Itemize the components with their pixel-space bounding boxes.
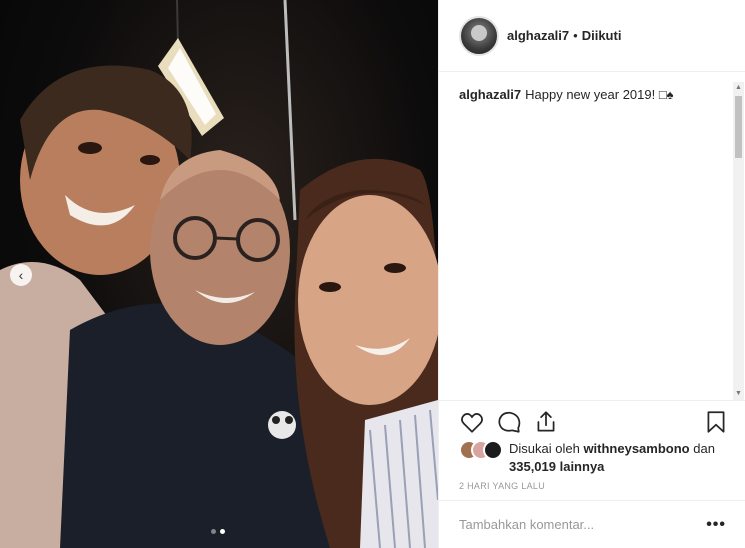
comments-area: alghazali7 Happy new year 2019! □♠ ▲ ▼ <box>439 72 745 400</box>
post-timestamp[interactable]: 2 HARI YANG LALU <box>459 481 545 491</box>
likes-connector: dan <box>689 441 715 456</box>
carousel-prev-button[interactable]: ‹ <box>10 264 32 286</box>
header-separator: • <box>573 28 578 43</box>
likes-count-link[interactable]: 335,019 lainnya <box>509 459 604 474</box>
likes-user-link[interactable]: withneysambono <box>583 441 689 456</box>
comment-icon[interactable] <box>496 409 522 435</box>
caption-text: Happy new year 2019! □♠ <box>525 87 674 102</box>
scroll-up-arrow-icon[interactable]: ▲ <box>733 82 744 94</box>
post-header: alghazali7 • Diikuti <box>439 0 745 72</box>
add-comment-bar: ••• <box>439 500 745 548</box>
caption: alghazali7 Happy new year 2019! □♠ <box>459 86 719 104</box>
follow-status-button[interactable]: Diikuti <box>582 28 622 43</box>
photo-illustration <box>0 0 438 548</box>
carousel-dot-1 <box>211 529 216 534</box>
scroll-down-arrow-icon[interactable]: ▼ <box>733 388 744 400</box>
bookmark-icon[interactable] <box>703 409 729 435</box>
heart-icon[interactable] <box>459 409 485 435</box>
action-bar <box>439 400 745 440</box>
comment-input[interactable] <box>459 517 707 532</box>
scroll-thumb[interactable] <box>735 96 742 158</box>
carousel-indicator <box>211 529 225 534</box>
likes-prefix: Disukai oleh <box>509 441 584 456</box>
comments-scrollbar[interactable]: ▲ ▼ <box>733 82 744 400</box>
carousel-dot-2 <box>220 529 225 534</box>
post-photo[interactable]: ‹ <box>0 0 438 548</box>
header-username-link[interactable]: alghazali7 <box>507 28 569 43</box>
avatar[interactable] <box>459 15 499 56</box>
share-icon[interactable] <box>533 409 559 435</box>
post-side-panel: alghazali7 • Diikuti alghazali7 Happy new… <box>438 0 745 548</box>
liker-avatar[interactable] <box>483 440 503 460</box>
caption-username-link[interactable]: alghazali7 <box>459 87 521 102</box>
likes-row: Disukai oleh withneysambono dan 335,019 … <box>459 440 739 476</box>
liker-avatars <box>459 440 509 460</box>
more-options-icon[interactable]: ••• <box>706 516 726 534</box>
likes-summary: Disukai oleh withneysambono dan 335,019 … <box>509 440 715 476</box>
